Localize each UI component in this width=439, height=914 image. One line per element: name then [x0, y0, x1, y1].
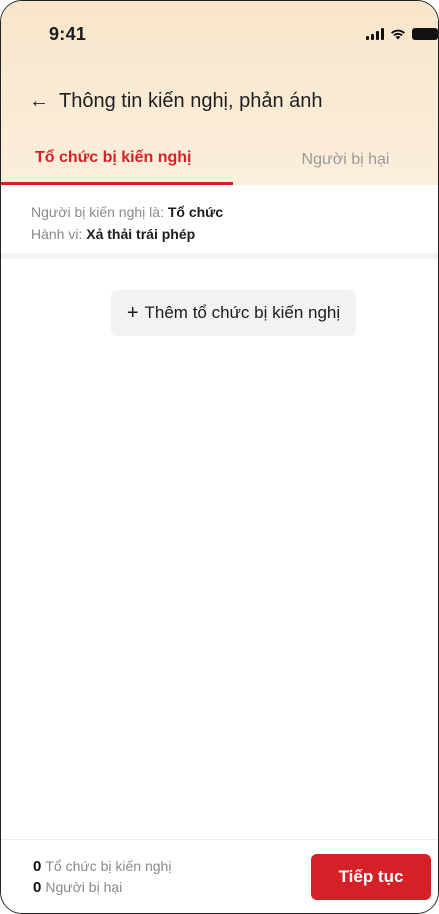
complaint-summary: Người bị kiến nghị là: Tổ chức Hành vi: …	[1, 185, 438, 253]
continue-button[interactable]: Tiếp tục	[311, 853, 431, 900]
cellular-signal-icon	[366, 28, 384, 40]
top-region: 9:41 ← Thông tin kiến nghị, phản ánh Tổ …	[1, 1, 438, 185]
footer-bar: 0 Tổ chức bị kiến nghị 0 Người bị hại Tiếp…	[1, 839, 438, 913]
org-count-label: Tổ chức bị kiến nghị	[45, 857, 172, 874]
victim-count: 0	[33, 878, 42, 896]
behavior-row: Hành vi: Xả thải trái phép	[31, 223, 408, 245]
wifi-icon	[391, 29, 405, 40]
battery-icon	[412, 28, 438, 40]
page-title: Thông tin kiến nghị, phản ánh	[59, 89, 323, 112]
tab-organization[interactable]: Tổ chức bị kiến nghị	[1, 131, 233, 185]
tab-victims[interactable]: Người bị hại	[233, 131, 438, 185]
footer-stats: 0 Tổ chức bị kiến nghị 0 Người bị hại	[33, 856, 171, 898]
org-count-row: 0 Tổ chức bị kiến nghị	[33, 856, 171, 877]
subject-label: Người bị kiến nghị là:	[31, 204, 164, 220]
add-organization-label: Thêm tổ chức bị kiến nghị	[144, 303, 341, 322]
victim-count-row: 0 Người bị hại	[33, 877, 171, 898]
org-count: 0	[33, 857, 42, 875]
tab-bar: Tổ chức bị kiến nghị Người bị hại	[1, 131, 438, 185]
add-organization-button[interactable]: + Thêm tổ chức bị kiến nghị	[110, 290, 357, 336]
subject-value: Tổ chức	[167, 204, 224, 220]
add-section: + Thêm tổ chức bị kiến nghị	[1, 259, 438, 336]
arrow-left-icon[interactable]: ←	[29, 91, 49, 111]
status-icons	[366, 28, 438, 40]
status-bar: 9:41	[1, 1, 438, 71]
app-header: ← Thông tin kiến nghị, phản ánh	[1, 71, 438, 131]
behavior-label: Hành vi:	[31, 226, 83, 242]
victim-count-label: Người bị hại	[45, 878, 123, 895]
behavior-value: Xả thải trái phép	[86, 226, 196, 242]
subject-row: Người bị kiến nghị là: Tổ chức	[31, 201, 408, 223]
phone-screen: 9:41 ← Thông tin kiến nghị, phản ánh Tổ …	[0, 0, 439, 914]
plus-icon: +	[126, 302, 139, 324]
status-time: 9:41	[49, 23, 87, 44]
